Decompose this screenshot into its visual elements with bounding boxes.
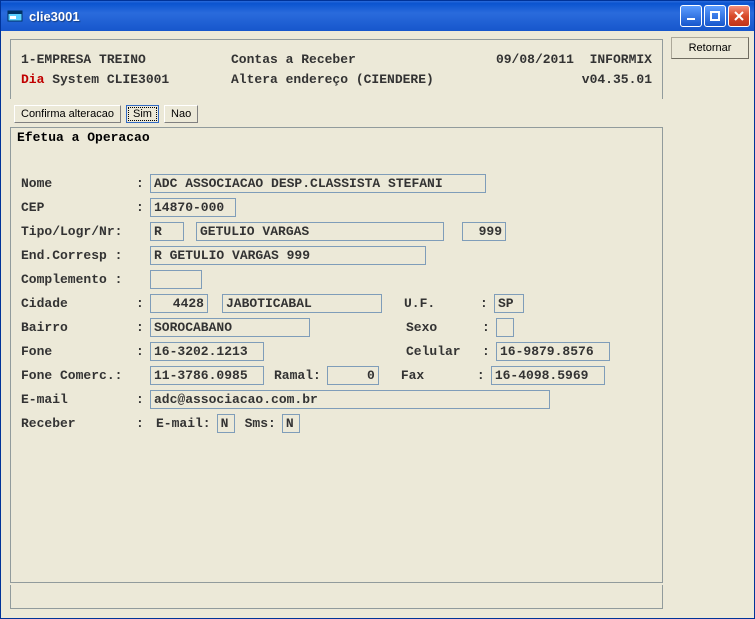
maximize-button[interactable]	[704, 5, 726, 27]
header-company: 1-EMPRESA TREINO	[21, 50, 231, 70]
header-module: Contas a Receber	[231, 50, 496, 70]
fone-field[interactable]: 16-3202.1213	[150, 342, 264, 361]
status-strip: Efetua a Operacao	[10, 127, 663, 149]
side-panel: Retornar	[669, 33, 751, 615]
titlebar: clie3001	[1, 1, 754, 31]
form-fields: Nome : ADC ASSOCIACAO DESP.CLASSISTA STE…	[10, 149, 663, 583]
receber-sms-field[interactable]: N	[282, 414, 300, 433]
header-action: Altera endereço (CIENDERE)	[231, 70, 582, 90]
nome-field[interactable]: ADC ASSOCIACAO DESP.CLASSISTA STEFANI	[150, 174, 486, 193]
sexo-field[interactable]	[496, 318, 514, 337]
receber-label: Receber	[21, 416, 136, 431]
cidade-label: Cidade	[21, 296, 136, 311]
cidade-cod-field[interactable]: 4428	[150, 294, 208, 313]
ramal-label: Ramal:	[274, 368, 321, 383]
ramal-field[interactable]: 0	[327, 366, 379, 385]
bairro-label: Bairro	[21, 320, 136, 335]
fax-label: Fax	[401, 368, 477, 383]
form-area: 1-EMPRESA TREINO Contas a Receber 09/08/…	[4, 33, 669, 615]
receber-email-label: E-mail:	[156, 416, 211, 431]
sexo-label: Sexo	[406, 320, 482, 335]
complemento-label: Complemento :	[21, 272, 150, 287]
fone-comerc-label: Fone Comerc.:	[21, 368, 150, 383]
numero-field[interactable]: 999	[462, 222, 506, 241]
cep-field[interactable]: 14870-000	[150, 198, 236, 217]
footer-strip	[10, 585, 663, 609]
cidade-nome-field[interactable]: JABOTICABAL	[222, 294, 382, 313]
uf-label: U.F.	[404, 296, 480, 311]
receber-email-field[interactable]: N	[217, 414, 235, 433]
confirma-alteracao-button[interactable]: Confirma alteracao	[14, 105, 121, 123]
uf-field[interactable]: SP	[494, 294, 524, 313]
dia-label: Dia	[21, 72, 44, 87]
client-area: 1-EMPRESA TREINO Contas a Receber 09/08/…	[1, 31, 754, 618]
header-version: v04.35.01	[582, 70, 652, 90]
tipo-field[interactable]: R	[150, 222, 184, 241]
fax-field[interactable]: 16-4098.5969	[491, 366, 605, 385]
email-field[interactable]: adc@associacao.com.br	[150, 390, 550, 409]
cep-label: CEP	[21, 200, 136, 215]
end-corresp-label: End.Corresp :	[21, 248, 150, 263]
retornar-button[interactable]: Retornar	[671, 37, 749, 59]
tipo-logr-nr-label: Tipo/Logr/Nr:	[21, 224, 150, 239]
receber-sms-label: Sms:	[245, 416, 276, 431]
minimize-button[interactable]	[680, 5, 702, 27]
window-title: clie3001	[29, 9, 680, 24]
close-button[interactable]	[728, 5, 750, 27]
fone-label: Fone	[21, 344, 136, 359]
app-window: clie3001 1-EMPRESA TREINO Contas a Receb…	[0, 0, 755, 619]
nome-label: Nome	[21, 176, 136, 191]
end-corresp-field[interactable]: R GETULIO VARGAS 999	[150, 246, 426, 265]
complemento-field[interactable]	[150, 270, 202, 289]
confirm-toolbar: Confirma alteracao Sim Nao	[10, 99, 663, 127]
logradouro-field[interactable]: GETULIO VARGAS	[196, 222, 444, 241]
sim-button[interactable]: Sim	[126, 105, 159, 123]
bairro-field[interactable]: SOROCABANO	[150, 318, 310, 337]
app-icon	[7, 8, 23, 24]
fone-comerc-field[interactable]: 11-3786.0985	[150, 366, 264, 385]
header-date-db: 09/08/2011 INFORMIX	[496, 50, 652, 70]
header-system: Dia System CLIE3001	[21, 70, 231, 90]
celular-label: Celular	[406, 344, 482, 359]
email-label: E-mail	[21, 392, 136, 407]
header-box: 1-EMPRESA TREINO Contas a Receber 09/08/…	[10, 39, 663, 99]
celular-field[interactable]: 16-9879.8576	[496, 342, 610, 361]
nao-button[interactable]: Nao	[164, 105, 198, 123]
window-controls	[680, 5, 750, 27]
